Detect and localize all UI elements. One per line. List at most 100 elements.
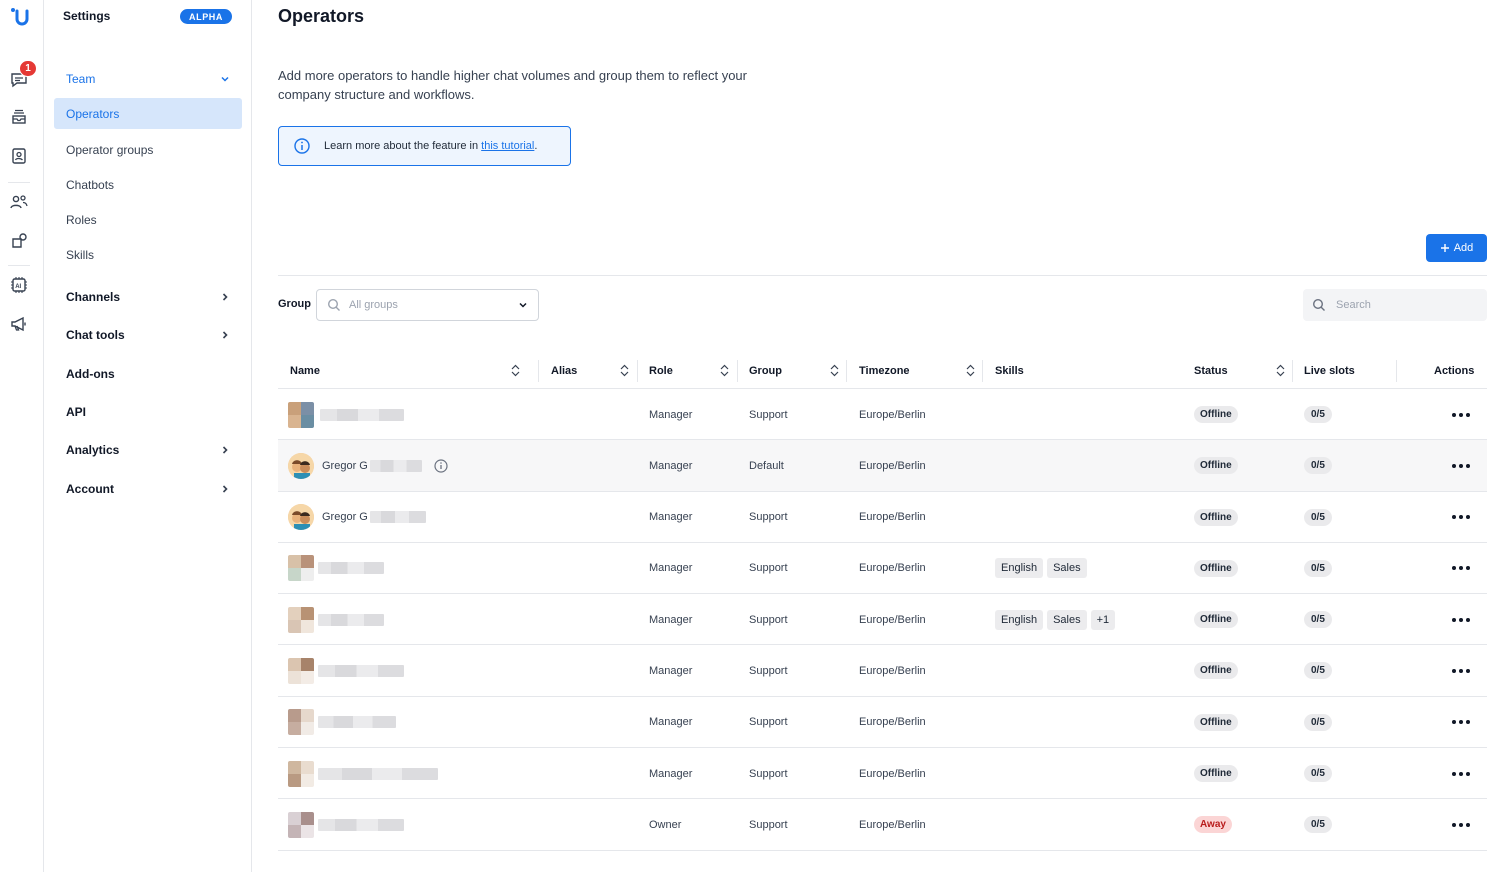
column-label: Alias: [551, 365, 578, 377]
operator-name: Gregor G: [322, 459, 368, 472]
column-label: Skills: [995, 365, 1024, 377]
table-row[interactable]: Gregor G Manager Default Europe/Berlin O…: [278, 440, 1487, 492]
table-row[interactable]: Manager Support Europe/Berlin Offline 0/…: [278, 389, 1487, 441]
status-badge: Offline: [1194, 713, 1238, 731]
search-placeholder: Search: [1336, 299, 1371, 311]
avatar: [288, 555, 314, 582]
table-row[interactable]: Manager Support Europe/Berlin English Sal…: [278, 543, 1487, 595]
table-row[interactable]: Gregor G Manager Support Europe/Berlin O…: [278, 492, 1487, 543]
status-badge: Offline: [1194, 508, 1238, 526]
chat-unread-badge: 1: [19, 60, 37, 77]
sidebar-section-team[interactable]: Team: [54, 64, 242, 94]
column-label: Timezone: [859, 365, 910, 377]
timezone-cell: Europe/Berlin: [859, 511, 926, 524]
skill-tag: Sales: [1047, 609, 1087, 630]
group-cell: Support: [749, 511, 788, 524]
chevron-down-icon: [221, 76, 229, 82]
row-actions-button[interactable]: [1452, 748, 1470, 799]
column-header-timezone[interactable]: Timezone: [859, 354, 983, 388]
search-input[interactable]: Search: [1303, 289, 1487, 321]
info-banner: Learn more about the feature in this tut…: [278, 126, 571, 166]
role-cell: Manager: [649, 767, 693, 780]
skills-cell: English Sales +1: [995, 594, 1119, 645]
sidebar-item-operator-groups[interactable]: Operator groups: [54, 134, 242, 165]
name-cell: [288, 594, 384, 645]
live-slots-badge: 0/5: [1304, 713, 1332, 731]
row-actions-button[interactable]: [1452, 594, 1470, 645]
row-actions-button[interactable]: [1452, 697, 1470, 748]
table-row[interactable]: Manager Support Europe/Berlin Offline 0/…: [278, 645, 1487, 697]
logo-icon[interactable]: [9, 8, 29, 28]
role-cell: Manager: [649, 408, 693, 421]
group-cell: Support: [749, 818, 788, 831]
live-slots-cell: 0/5: [1304, 543, 1332, 594]
column-header-group[interactable]: Group: [749, 354, 847, 388]
column-label: Group: [749, 365, 782, 377]
campaigns-icon[interactable]: [9, 314, 29, 334]
inbox-icon[interactable]: [9, 107, 29, 127]
sidebar-section-account[interactable]: Account: [54, 474, 242, 504]
row-actions-button[interactable]: [1452, 440, 1470, 491]
table-row[interactable]: Manager Support Europe/Berlin Offline 0/…: [278, 748, 1487, 800]
sidebar-section-analytics[interactable]: Analytics: [54, 435, 242, 465]
sidebar-item-roles[interactable]: Roles: [54, 204, 242, 235]
skill-tag: English: [995, 558, 1044, 579]
column-header-role[interactable]: Role: [649, 354, 737, 388]
role-cell: Manager: [649, 716, 693, 729]
redacted-name: [318, 716, 396, 729]
tutorial-link[interactable]: this tutorial: [481, 140, 534, 152]
row-actions-button[interactable]: [1452, 543, 1470, 594]
redacted-name: [318, 613, 384, 626]
sidebar-section-api[interactable]: API: [54, 397, 242, 427]
table-body: Manager Support Europe/Berlin Offline 0/…: [278, 389, 1487, 851]
more-icon: [1452, 515, 1470, 520]
more-icon: [1452, 463, 1470, 468]
info-text-end: .: [534, 140, 538, 152]
timezone-cell: Europe/Berlin: [859, 408, 926, 421]
table-row[interactable]: Manager Support Europe/Berlin English Sal…: [278, 594, 1487, 646]
more-icon: [1452, 771, 1470, 776]
sidebar-item-operators[interactable]: Operators: [54, 98, 242, 129]
team-icon[interactable]: [9, 192, 29, 212]
timezone-cell: Europe/Berlin: [859, 818, 926, 831]
info-icon: [294, 138, 310, 154]
redacted-name: [369, 511, 426, 524]
column-header-name[interactable]: Name: [290, 354, 528, 388]
status-badge: Offline: [1194, 406, 1238, 423]
row-actions-button[interactable]: [1452, 799, 1470, 850]
integrations-icon[interactable]: [9, 231, 29, 251]
sidebar-section-chat-tools[interactable]: Chat tools: [54, 320, 242, 350]
sidebar-section-label: Chat tools: [66, 328, 125, 342]
status-cell: Offline: [1194, 389, 1238, 440]
sidebar-section-add-ons[interactable]: Add-ons: [54, 359, 242, 389]
live-slots-cell: 0/5: [1304, 440, 1332, 491]
operators-table: Name Alias Role Group Timezone Skills St…: [278, 354, 1487, 851]
row-actions-button[interactable]: [1452, 389, 1470, 440]
live-slots-badge: 0/5: [1304, 457, 1332, 475]
column-label: Actions: [1434, 365, 1475, 377]
group-cell: Support: [749, 562, 788, 575]
contacts-icon[interactable]: [9, 146, 29, 166]
status-badge: Offline: [1194, 457, 1238, 475]
timezone-cell: Europe/Berlin: [859, 459, 926, 472]
sidebar-section-channels[interactable]: Channels: [54, 282, 242, 312]
group-filter-select[interactable]: All groups: [316, 289, 539, 321]
row-actions-button[interactable]: [1452, 492, 1470, 543]
redacted-name: [318, 562, 384, 575]
sidebar-item-chatbots[interactable]: Chatbots: [54, 169, 242, 200]
sidebar-item-skills[interactable]: Skills: [54, 239, 242, 270]
column-header-status[interactable]: Status: [1194, 354, 1293, 388]
add-operator-button[interactable]: Add: [1426, 234, 1487, 262]
live-slots-badge: 0/5: [1304, 765, 1332, 783]
ai-icon[interactable]: AI: [9, 275, 29, 295]
name-cell: [288, 697, 396, 748]
info-icon[interactable]: [434, 459, 448, 473]
timezone-cell: Europe/Berlin: [859, 562, 926, 575]
column-header-alias[interactable]: Alias: [551, 354, 637, 388]
live-slots-badge: 0/5: [1304, 559, 1332, 577]
table-row[interactable]: Owner Support Europe/Berlin Away 0/5: [278, 799, 1487, 851]
row-actions-button[interactable]: [1452, 645, 1470, 696]
avatar: [288, 452, 314, 479]
status-cell: Offline: [1194, 543, 1238, 594]
table-row[interactable]: Manager Support Europe/Berlin Offline 0/…: [278, 697, 1487, 749]
